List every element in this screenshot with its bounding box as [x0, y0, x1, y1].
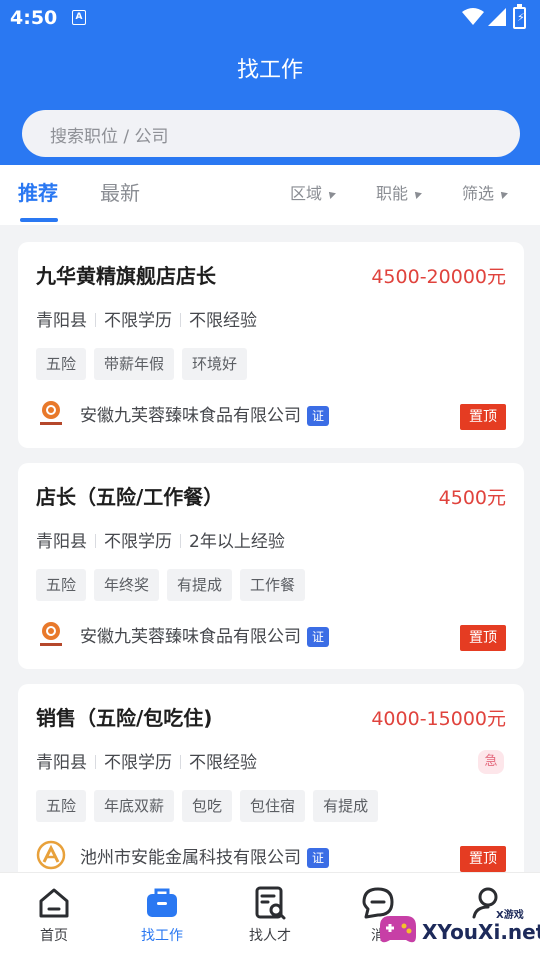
job-tag: 五险 [36, 790, 87, 822]
divider [180, 313, 181, 327]
resume-search-icon [255, 886, 286, 920]
job-experience: 不限经验 [189, 311, 257, 331]
company-name-text: 安徽九芙蓉臻味食品有限公司 [80, 627, 301, 647]
job-experience: 不限经验 [189, 753, 257, 773]
divider [180, 534, 181, 548]
certified-badge: 证 [307, 406, 329, 426]
filter-area-label: 区域 [290, 184, 323, 203]
nav-find-talent[interactable]: 找人才 [216, 873, 324, 960]
job-requirements: 青阳县 不限学历 不限经验 [36, 306, 257, 331]
job-location: 青阳县 [36, 532, 87, 552]
dropdown-triangle-icon [412, 189, 422, 199]
page-title: 找工作 [236, 58, 303, 83]
pinned-badge: 置顶 [460, 846, 506, 872]
job-salary: 4000-15000元 [371, 708, 506, 730]
job-location: 青阳县 [36, 311, 87, 331]
status-time: 4:50 [10, 7, 58, 29]
nav-find-job-label: 找工作 [141, 928, 183, 944]
job-tags: 五险 带薪年假 环境好 [36, 348, 255, 380]
certified-badge: 证 [307, 627, 329, 647]
job-card[interactable]: 店长（五险/工作餐） 4500元 青阳县 不限学历 2年以上经验 五险 年终奖 有提… [18, 463, 524, 669]
job-salary: 4500元 [438, 487, 506, 509]
pinned-badge: 置顶 [460, 625, 506, 651]
company-row: 安徽九芙蓉臻味食品有限公司证 置顶 [36, 398, 506, 430]
job-location: 青阳县 [36, 753, 87, 773]
job-education: 不限学历 [104, 311, 172, 331]
job-card[interactable]: 销售（五险/包吃住) 4000-15000元 青阳县 不限学历 不限经验 急 五险 … [18, 684, 524, 890]
job-tag: 工作餐 [240, 569, 306, 601]
job-tag: 五险 [36, 348, 87, 380]
filter-area[interactable]: 区域 [290, 180, 336, 204]
job-education: 不限学历 [104, 753, 172, 773]
tab-bar: 推荐 最新 区域 职能 筛选 [0, 165, 540, 225]
nav-home[interactable]: 首页 [0, 873, 108, 960]
search-input[interactable]: 搜索职位 / 公司 [22, 110, 520, 157]
job-tags: 五险 年终奖 有提成 工作餐 [36, 569, 313, 601]
company-logo [36, 840, 66, 870]
company-logo [40, 622, 62, 646]
nav-find-talent-label: 找人才 [249, 928, 291, 944]
certified-badge: 证 [307, 848, 329, 868]
watermark-small-text: X游戏 [496, 910, 524, 921]
job-title: 九华黄精旗舰店店长 [36, 264, 216, 288]
tab-latest[interactable]: 最新 [100, 177, 140, 206]
job-tag: 环境好 [182, 348, 248, 380]
briefcase-icon [147, 888, 177, 917]
job-tag: 五险 [36, 569, 87, 601]
filter-function[interactable]: 职能 [376, 180, 422, 204]
company-row: 池州市安能金属科技有限公司证 置顶 [36, 840, 506, 872]
filter-screen[interactable]: 筛选 [462, 180, 508, 204]
job-tags: 五险 年底双薪 包吃 包住宿 有提成 [36, 790, 386, 822]
company-name: 安徽九芙蓉臻味食品有限公司证 [80, 401, 329, 426]
company-name: 安徽九芙蓉臻味食品有限公司证 [80, 622, 329, 647]
company-logo [40, 401, 62, 425]
dropdown-triangle-icon [498, 189, 508, 199]
urgent-badge: 急 [478, 750, 504, 774]
company-name: 池州市安能金属科技有限公司证 [80, 843, 329, 868]
job-salary: 4500-20000元 [371, 266, 506, 288]
watermark-text: XYouXi.net [422, 920, 540, 944]
company-row: 安徽九芙蓉臻味食品有限公司证 置顶 [36, 619, 506, 651]
search-placeholder: 搜索职位 / 公司 [50, 127, 169, 147]
job-experience: 2年以上经验 [189, 532, 285, 552]
job-tag: 包住宿 [240, 790, 306, 822]
job-tag: 年底双薪 [94, 790, 175, 822]
notification-icon: A [72, 10, 86, 25]
home-icon [39, 888, 69, 918]
battery-icon: ⚡ [513, 4, 526, 29]
company-name-text: 安徽九芙蓉臻味食品有限公司 [80, 406, 301, 426]
job-tag: 包吃 [182, 790, 233, 822]
pinned-badge: 置顶 [460, 404, 506, 430]
job-education: 不限学历 [104, 532, 172, 552]
job-title: 店长（五险/工作餐） [36, 485, 224, 509]
job-tag: 带薪年假 [94, 348, 175, 380]
divider [180, 755, 181, 769]
job-card[interactable]: 九华黄精旗舰店店长 4500-20000元 青阳县 不限学历 不限经验 五险 带薪年… [18, 242, 524, 448]
nav-find-job[interactable]: 找工作 [108, 873, 216, 960]
gamepad-logo-icon [380, 916, 416, 943]
nav-home-label: 首页 [40, 928, 68, 944]
job-tag: 有提成 [167, 569, 233, 601]
job-tag: 年终奖 [94, 569, 160, 601]
filter-screen-label: 筛选 [462, 184, 495, 203]
app-header: 4:50 A ⚡ 找工作 搜索职位 / 公司 [0, 0, 540, 165]
divider [95, 313, 96, 327]
job-requirements: 青阳县 不限学历 2年以上经验 [36, 527, 285, 552]
tab-recommend[interactable]: 推荐 [18, 177, 58, 222]
dropdown-triangle-icon [326, 189, 336, 199]
wifi-icon [462, 8, 484, 25]
watermark: X游戏 XYouXi.net [374, 900, 540, 960]
job-requirements: 青阳县 不限学历 不限经验 [36, 748, 257, 773]
job-tag: 有提成 [313, 790, 379, 822]
signal-icon [488, 8, 506, 26]
divider [95, 755, 96, 769]
filter-function-label: 职能 [376, 184, 409, 203]
job-title: 销售（五险/包吃住) [36, 706, 213, 730]
divider [95, 534, 96, 548]
company-name-text: 池州市安能金属科技有限公司 [80, 848, 301, 868]
status-bar: 4:50 A ⚡ [0, 0, 540, 36]
